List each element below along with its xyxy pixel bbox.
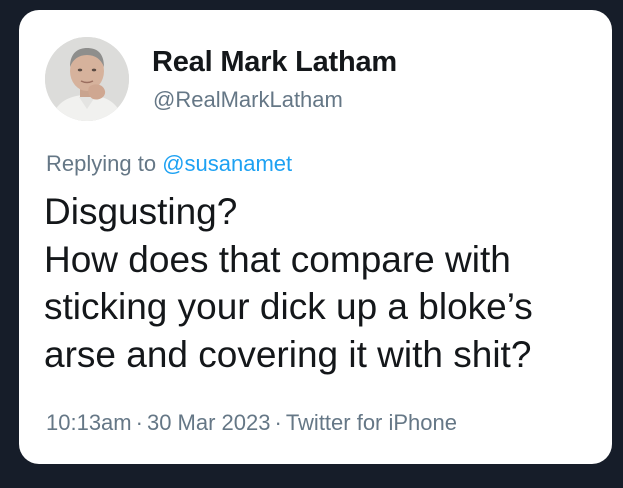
tweet-time[interactable]: 10:13am [46,410,132,435]
separator-dot: · [135,410,143,435]
replying-to-label: Replying to [46,151,157,176]
display-name[interactable]: Real Mark Latham [152,46,397,79]
replying-to: Replying to @susanamet [46,151,292,177]
tweet-source[interactable]: Twitter for iPhone [286,410,457,435]
user-handle[interactable]: @RealMarkLatham [153,87,343,113]
tweet-text-line: Disgusting? [44,191,238,232]
tweet-text-line: How does that compare with [44,238,511,280]
tweet-text-line: sticking your dick up a bloke’s [44,286,533,327]
reply-mention-link[interactable]: @susanamet [162,151,292,176]
separator-dot: · [274,410,282,435]
tweet-text: Disgusting? How does that compare with s… [44,188,604,378]
avatar[interactable] [45,37,129,121]
tweet-metadata: 10:13am · 30 Mar 2023 · Twitter for iPhone [46,410,457,436]
tweet-date[interactable]: 30 Mar 2023 [147,410,271,435]
screenshot-background: Real Mark Latham @RealMarkLatham Replyin… [0,0,623,488]
tweet-card: Real Mark Latham @RealMarkLatham Replyin… [19,10,612,464]
tweet-text-line: arse and covering it with shit? [44,333,532,375]
avatar-photo [45,37,129,121]
